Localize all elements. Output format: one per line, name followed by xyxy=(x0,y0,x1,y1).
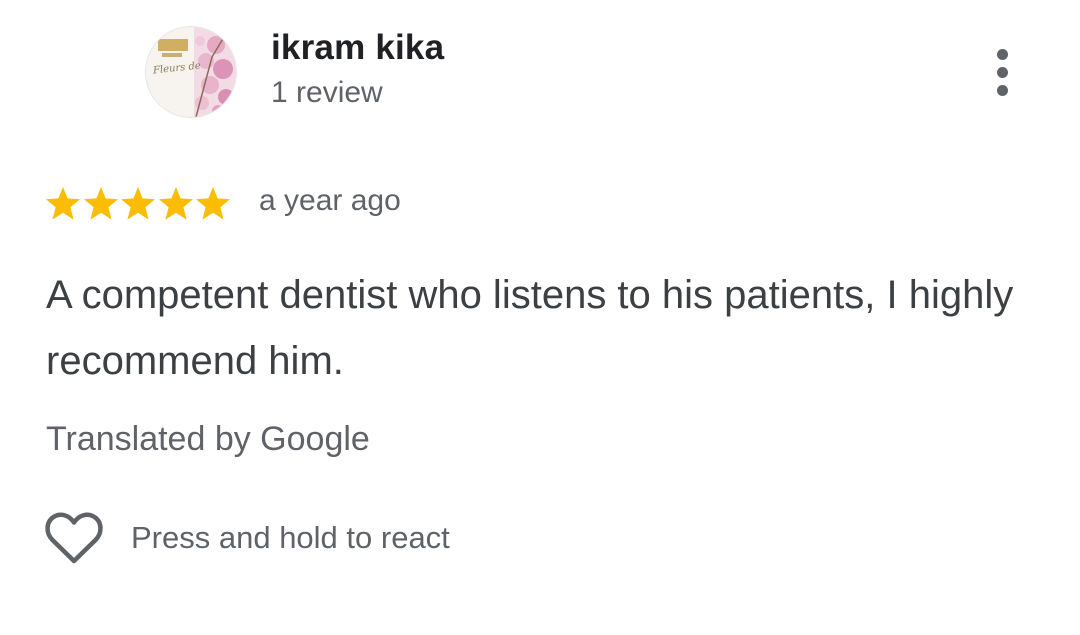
more-options-button[interactable] xyxy=(976,44,1028,100)
star-icon xyxy=(194,185,232,223)
author-review-count: 1 review xyxy=(271,76,383,109)
star-icon xyxy=(157,185,195,223)
author-name[interactable]: ikram kika xyxy=(271,28,444,68)
review-date: a year ago xyxy=(259,184,401,217)
star-rating xyxy=(44,184,232,224)
translated-by-google-label[interactable]: Translated by Google xyxy=(46,420,370,459)
react-button[interactable]: Press and hold to react xyxy=(44,510,450,566)
more-vert-icon-dot xyxy=(996,66,1008,78)
star-icon xyxy=(44,185,82,223)
author-avatar[interactable]: Fleurs de xyxy=(146,27,236,117)
star-icon xyxy=(119,185,157,223)
more-vert-icon xyxy=(996,48,1008,60)
more-vert-icon-dot xyxy=(996,84,1008,96)
react-label: Press and hold to react xyxy=(131,520,450,555)
review-text: A competent dentist who listens to his p… xyxy=(46,273,1014,383)
heart-outline-icon xyxy=(44,510,104,566)
star-icon xyxy=(82,185,120,223)
